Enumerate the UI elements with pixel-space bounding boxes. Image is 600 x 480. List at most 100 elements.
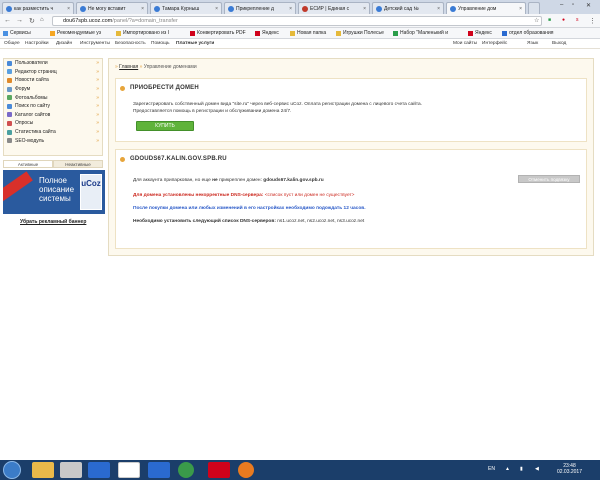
menu-settings[interactable]: Настройки <box>25 41 49 46</box>
favicon-icon <box>450 5 456 12</box>
sidebar-item-news[interactable]: Новости сайта» <box>4 76 102 85</box>
banner-text: Полное описание системы <box>39 176 75 203</box>
breadcrumb-home[interactable]: Главная <box>119 64 138 70</box>
breadcrumb: » Главная » Управление доменами <box>115 64 197 70</box>
star-icon[interactable]: ☆ <box>534 17 539 24</box>
tab-3[interactable]: Тамара Курныш × <box>150 2 222 14</box>
yandex-icon[interactable] <box>118 462 140 478</box>
tab-4[interactable]: Прикрепление д × <box>224 2 296 14</box>
close-icon[interactable]: × <box>363 6 366 12</box>
sidebar-item-search[interactable]: Поиск по сайту» <box>4 102 102 111</box>
bullet-icon <box>120 86 125 91</box>
forward-icon[interactable]: → <box>16 17 23 24</box>
ok-icon[interactable] <box>238 462 254 478</box>
extension-icon[interactable]: ■ <box>548 17 551 23</box>
chrome-icon[interactable] <box>178 462 194 478</box>
menu-tools[interactable]: Инструменты <box>80 41 110 46</box>
bookmark-item[interactable]: Яндекс <box>255 30 279 36</box>
media-icon[interactable] <box>148 462 170 478</box>
modules-sidebar: Пользователи» Редактор страниц» Новости … <box>3 58 103 156</box>
buy-button[interactable]: КУПИТЬ <box>136 121 194 131</box>
close-icon[interactable]: × <box>67 6 70 12</box>
menu-interface[interactable]: Интерфейс <box>482 41 507 46</box>
tab-7-active[interactable]: Управление дом × <box>446 2 526 14</box>
bookmark-item[interactable]: Сервисы <box>3 30 31 36</box>
domain-card: GDOUDS67.KALIN.GOV.SPB.RU Для аккаунта п… <box>115 149 587 249</box>
close-icon[interactable]: × <box>437 6 440 12</box>
home-icon[interactable]: ⌂ <box>40 17 44 23</box>
menu-help[interactable]: Помощь <box>151 41 170 46</box>
tab-active-modules[interactable]: Активные <box>3 160 53 168</box>
sidebar-item-polls[interactable]: Опросы» <box>4 119 102 128</box>
menu-security[interactable]: Безопасность <box>115 41 146 46</box>
bookmark-item[interactable]: Рекомендуемые уз <box>50 30 101 36</box>
bookmark-item[interactable]: Яндекс <box>468 30 492 36</box>
maximize-icon[interactable]: ▫ <box>572 2 574 8</box>
menu-general[interactable]: Общее <box>4 41 20 46</box>
bookmark-item[interactable]: Конвертировать PDF <box>190 30 246 36</box>
tray-arrow-icon[interactable]: ▲ <box>505 466 510 472</box>
yandex-extension-icon[interactable]: ● <box>562 17 565 23</box>
word-icon[interactable] <box>60 462 82 478</box>
menu-design[interactable]: Дизайн <box>56 41 72 46</box>
tab-5[interactable]: ЕСИР | Единая с × <box>298 2 370 14</box>
close-icon[interactable]: × <box>215 6 218 12</box>
menu-paid-services[interactable]: Платные услуги <box>176 41 214 46</box>
sidebar-item-stats[interactable]: Статистика сайта» <box>4 128 102 137</box>
tab-inactive-modules[interactable]: Неактивные <box>53 160 103 168</box>
volume-icon[interactable]: ◀ <box>535 466 539 472</box>
menu-logout[interactable]: Выход <box>552 41 566 46</box>
s-extension-icon[interactable]: s <box>576 17 579 23</box>
pdf-icon <box>190 30 195 36</box>
close-window-icon[interactable]: ✕ <box>586 2 591 9</box>
menu-icon[interactable]: ⋮ <box>589 17 596 25</box>
close-icon[interactable]: × <box>519 6 522 12</box>
chevron-right-icon: » <box>96 129 99 136</box>
minimize-icon[interactable]: – <box>560 2 563 8</box>
sidebar-item-forum[interactable]: Форум» <box>4 85 102 94</box>
back-icon[interactable]: ← <box>4 17 11 24</box>
windows-taskbar: EN ▲ ▮ ◀ 23:48 02.03.2017 <box>0 460 600 480</box>
sidebar-item-catalog[interactable]: Каталог сайтов» <box>4 111 102 120</box>
favicon-icon <box>302 5 308 12</box>
start-button[interactable] <box>3 461 21 479</box>
browser-tab-bar: как разместить ч × Не могу вставит × Тамар… <box>0 0 600 14</box>
network-icon[interactable]: ▮ <box>520 466 523 472</box>
sidebar-item-page-editor[interactable]: Редактор страниц» <box>4 68 102 77</box>
ucoz-top-menu: Общее Настройки Дизайн Инструменты Безоп… <box>0 39 600 49</box>
tab-6[interactable]: Детский сад № × <box>372 2 444 14</box>
menu-language[interactable]: Язык <box>527 41 538 46</box>
remove-banner-link[interactable]: Убрать рекламный баннер <box>20 219 86 225</box>
clock[interactable]: 23:48 02.03.2017 <box>557 463 582 475</box>
forum-icon <box>7 86 12 92</box>
close-icon[interactable]: × <box>141 6 144 12</box>
bookmark-item[interactable]: Импортировано из I <box>116 30 169 36</box>
bookmark-item[interactable]: Игрушки Полесье <box>336 30 384 36</box>
bookmark-item[interactable]: Набор "Маленький и <box>393 30 448 36</box>
new-tab-button[interactable] <box>528 2 540 14</box>
opera-icon[interactable] <box>208 462 230 478</box>
flag-icon[interactable] <box>88 462 110 478</box>
sidebar-item-seo[interactable]: SEO-модуль» <box>4 136 102 145</box>
bullet-icon <box>120 157 125 162</box>
catalog-icon <box>7 112 12 118</box>
sidebar-item-photo[interactable]: Фотоальбомы» <box>4 93 102 102</box>
menu-my-sites[interactable]: Мои сайты <box>453 41 477 46</box>
sidebar-item-users[interactable]: Пользователи» <box>4 59 102 68</box>
url-input[interactable]: dou67spb.ucoz.com/panel/?a=domain_transf… <box>52 16 542 26</box>
cancel-binding-button[interactable]: Отменить подвязку <box>518 175 580 183</box>
wait-notice: После покупки домена или любых изменений… <box>133 206 366 211</box>
favicon-icon <box>80 5 86 12</box>
tab-2[interactable]: Не могу вставит × <box>76 2 148 14</box>
bookmarks-bar: Сервисы Рекомендуемые уз Импортировано и… <box>0 28 600 39</box>
chevron-right-icon: » <box>96 60 99 67</box>
ad-banner[interactable]: Полное описание системы uCoz <box>3 170 105 214</box>
close-icon[interactable]: × <box>289 6 292 12</box>
bookmark-item[interactable]: отдел образования <box>502 30 553 36</box>
language-indicator[interactable]: EN <box>488 466 495 472</box>
explorer-icon[interactable] <box>32 462 54 478</box>
favicon-icon <box>154 5 160 12</box>
tab-1[interactable]: как разместить ч × <box>2 2 74 14</box>
bookmark-item[interactable]: Новая папка <box>290 30 326 36</box>
reload-icon[interactable]: ↻ <box>29 17 35 25</box>
